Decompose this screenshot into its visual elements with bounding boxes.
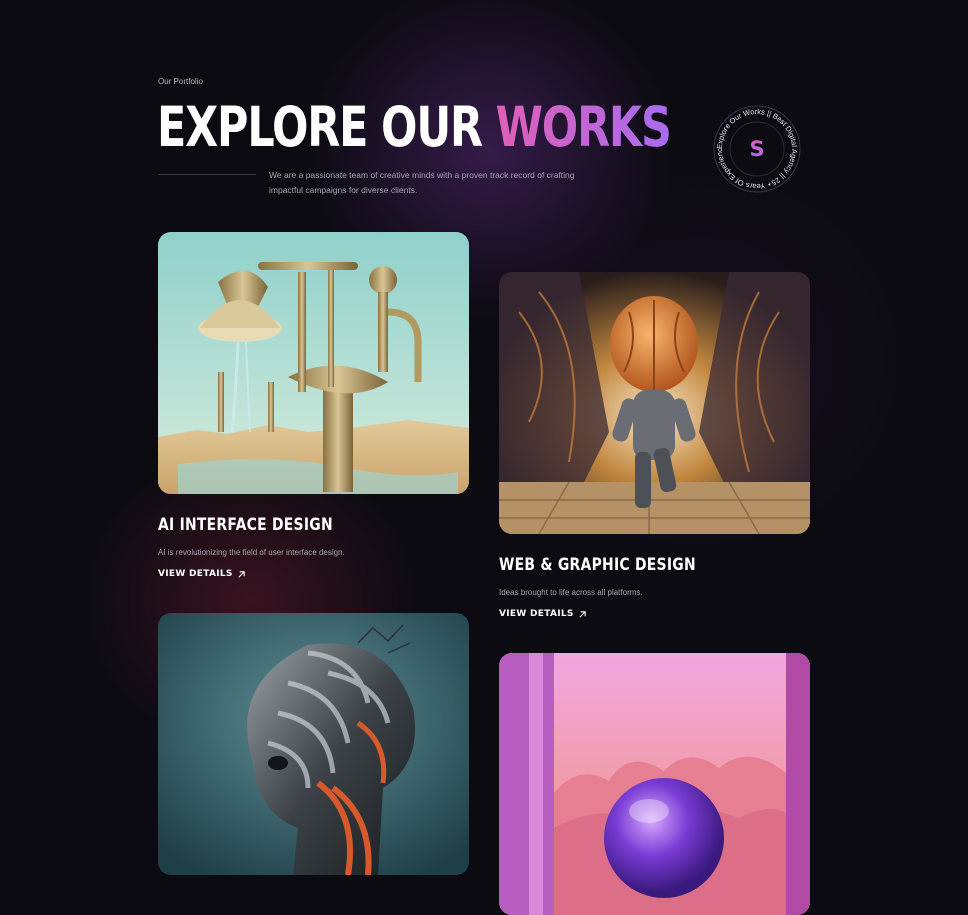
arrow-up-right-icon	[238, 570, 245, 578]
work-description: Ideas brought to life across all platfor…	[499, 588, 643, 597]
brain-head-runner-image[interactable]	[499, 272, 810, 534]
title-accent: WORKS	[495, 95, 672, 159]
rotating-badge[interactable]: Explore Our Works || Best Digital Agency…	[711, 103, 803, 195]
surreal-tap-machine-image[interactable]	[158, 232, 469, 494]
badge-letter: S	[749, 137, 764, 161]
purple-orb-image[interactable]	[499, 653, 810, 915]
view-details-label: VIEW DETAILS	[499, 609, 574, 619]
work-description: AI is revolutionizing the field of user …	[158, 548, 345, 557]
work-card-web-graphic[interactable]: WEB & GRAPHIC DESIGN Ideas brought to li…	[499, 272, 810, 621]
section-eyebrow: Our Portfolio	[158, 77, 203, 86]
divider-line	[158, 174, 256, 175]
mechanical-head-image[interactable]	[158, 613, 469, 875]
work-card-mechanical-head[interactable]	[158, 613, 469, 896]
section-description: We are a passionate team of creative min…	[269, 170, 575, 195]
view-details-label: VIEW DETAILS	[158, 569, 233, 579]
title-main: EXPLORE OUR	[157, 95, 496, 159]
view-details-link[interactable]: VIEW DETAILS	[499, 609, 587, 619]
section-title: EXPLORE OUR WORKS	[157, 95, 672, 159]
work-card-purple-orb[interactable]	[499, 653, 810, 915]
work-title: WEB & GRAPHIC DESIGN	[499, 555, 696, 575]
work-title: AI INTERFACE DESIGN	[158, 515, 333, 535]
arrow-up-right-icon	[579, 610, 586, 618]
view-details-link[interactable]: VIEW DETAILS	[158, 569, 246, 579]
work-card-ai-interface[interactable]: AI INTERFACE DESIGN AI is revolutionizin…	[158, 232, 469, 581]
